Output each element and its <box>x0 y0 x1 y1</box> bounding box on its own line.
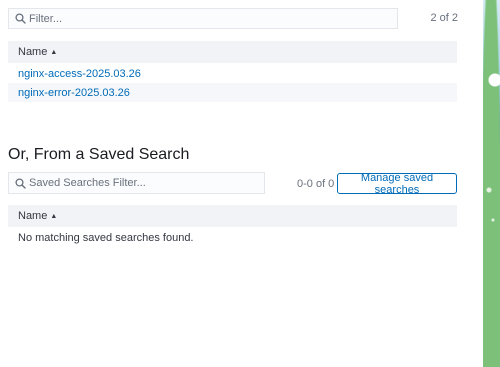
index-row: nginx-error-2025.03.26 <box>8 83 457 102</box>
search-icon <box>11 173 29 193</box>
search-icon <box>11 9 29 28</box>
manage-saved-searches-button[interactable]: Manage saved searches <box>337 172 457 196</box>
empty-results-message: No matching saved searches found. <box>18 232 194 244</box>
index-filter-input[interactable] <box>29 12 379 25</box>
index-row: nginx-access-2025.03.26 <box>8 64 457 83</box>
index-table-header: Name ▲ <box>8 41 457 63</box>
saved-search-filter-field[interactable] <box>8 172 265 194</box>
name-column-header[interactable]: Name <box>18 210 47 222</box>
sort-ascending-icon[interactable]: ▲ <box>50 213 57 220</box>
index-pattern-panel: 2 of 2 Name ▲ nginx-access-2025.03.26 ng… <box>0 0 483 367</box>
saved-search-filter-input[interactable] <box>29 177 259 189</box>
index-pager-count: 2 of 2 <box>430 12 458 24</box>
app-stage: 2 of 2 Name ▲ nginx-access-2025.03.26 ng… <box>0 0 500 367</box>
index-link[interactable]: nginx-error-2025.03.26 <box>18 87 130 99</box>
index-filter-field[interactable] <box>8 8 398 29</box>
index-link[interactable]: nginx-access-2025.03.26 <box>18 68 141 80</box>
saved-search-title: Or, From a Saved Search <box>8 146 190 163</box>
saved-search-table-header: Name ▲ <box>8 205 457 227</box>
sort-ascending-icon[interactable]: ▲ <box>50 49 57 56</box>
name-column-header[interactable]: Name <box>18 46 47 58</box>
desktop-wallpaper <box>483 0 500 367</box>
saved-search-pager-count: 0-0 of 0 <box>297 178 335 190</box>
